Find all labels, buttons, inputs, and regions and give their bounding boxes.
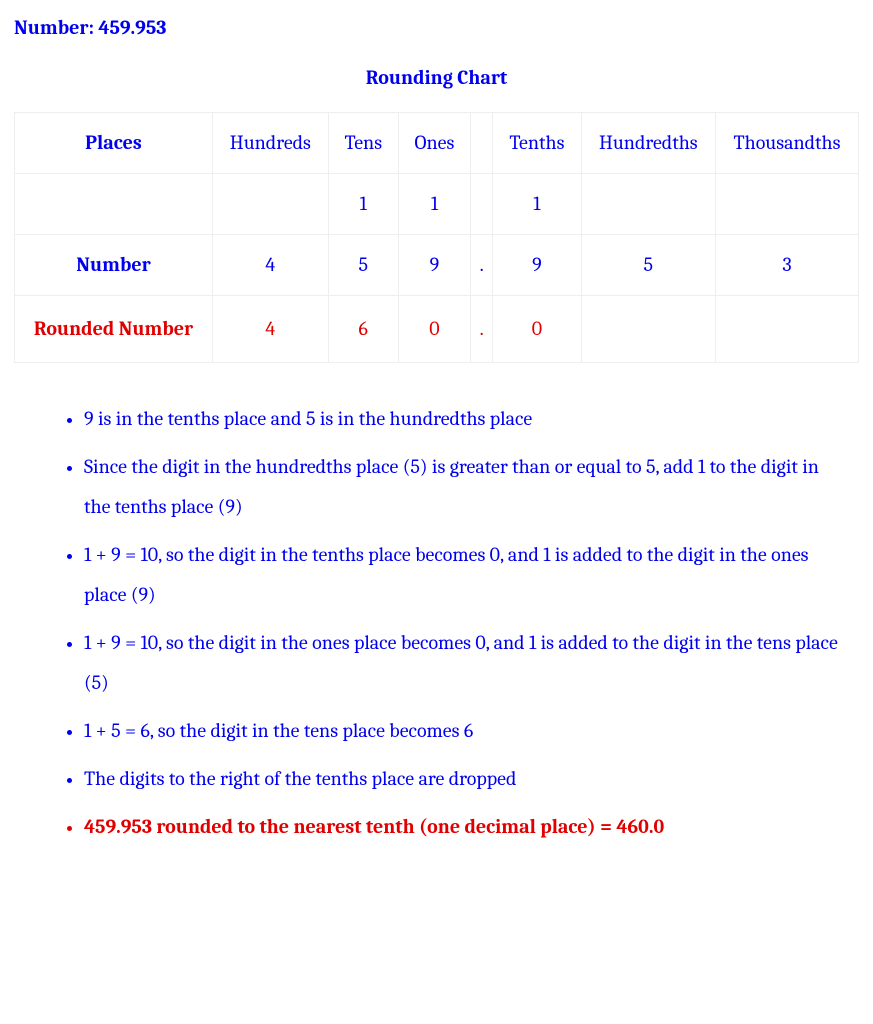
table-row-carry: 1 1 1 (15, 174, 859, 235)
rounding-chart-table: Places Hundreds Tens Ones Tenths Hundred… (14, 112, 859, 363)
col-tenths: Tenths (493, 113, 582, 174)
carry-hundreds (212, 174, 328, 235)
num-thousandths: 3 (715, 235, 858, 296)
col-thousandths: Thousandths (715, 113, 858, 174)
table-row-places: Places Hundreds Tens Ones Tenths Hundred… (15, 113, 859, 174)
step-result: 459.953 rounded to the nearest tenth (on… (84, 807, 839, 847)
num-hundreds: 4 (212, 235, 328, 296)
step-item: 1 + 5 = 6, so the digit in the tens plac… (84, 711, 839, 751)
rnd-hundreds: 4 (212, 296, 328, 363)
num-dot: . (471, 235, 493, 296)
col-tens: Tens (328, 113, 398, 174)
col-hundreds: Hundreds (212, 113, 328, 174)
col-hundredths: Hundredths (581, 113, 715, 174)
step-item: The digits to the right of the tenths pl… (84, 759, 839, 799)
step-item: Since the digit in the hundredths place … (84, 447, 839, 527)
number-line: Number: 459.953 (14, 14, 859, 42)
num-tens: 5 (328, 235, 398, 296)
carry-hundredths (581, 174, 715, 235)
rnd-tenths: 0 (493, 296, 582, 363)
carry-dot (471, 174, 493, 235)
step-item: 1 + 9 = 10, so the digit in the ones pla… (84, 623, 839, 703)
carry-thousandths (715, 174, 858, 235)
num-hundredths: 5 (581, 235, 715, 296)
carry-header (15, 174, 213, 235)
rnd-dot: . (471, 296, 493, 363)
col-ones: Ones (398, 113, 470, 174)
col-decimal (471, 113, 493, 174)
rnd-tens: 6 (328, 296, 398, 363)
step-item: 1 + 9 = 10, so the digit in the tenths p… (84, 535, 839, 615)
step-item: 9 is in the tenths place and 5 is in the… (84, 399, 839, 439)
rounded-row-header: Rounded Number (15, 296, 213, 363)
steps-list: 9 is in the tenths place and 5 is in the… (54, 399, 859, 847)
num-ones: 9 (398, 235, 470, 296)
table-row-rounded: Rounded Number 4 6 0 . 0 (15, 296, 859, 363)
places-header: Places (15, 113, 213, 174)
num-tenths: 9 (493, 235, 582, 296)
rnd-hundredths (581, 296, 715, 363)
chart-title: Rounding Chart (14, 64, 859, 92)
rnd-thousandths (715, 296, 858, 363)
carry-ones: 1 (398, 174, 470, 235)
carry-tenths: 1 (493, 174, 582, 235)
number-row-header: Number (15, 235, 213, 296)
carry-tens: 1 (328, 174, 398, 235)
table-row-number: Number 4 5 9 . 9 5 3 (15, 235, 859, 296)
rnd-ones: 0 (398, 296, 470, 363)
